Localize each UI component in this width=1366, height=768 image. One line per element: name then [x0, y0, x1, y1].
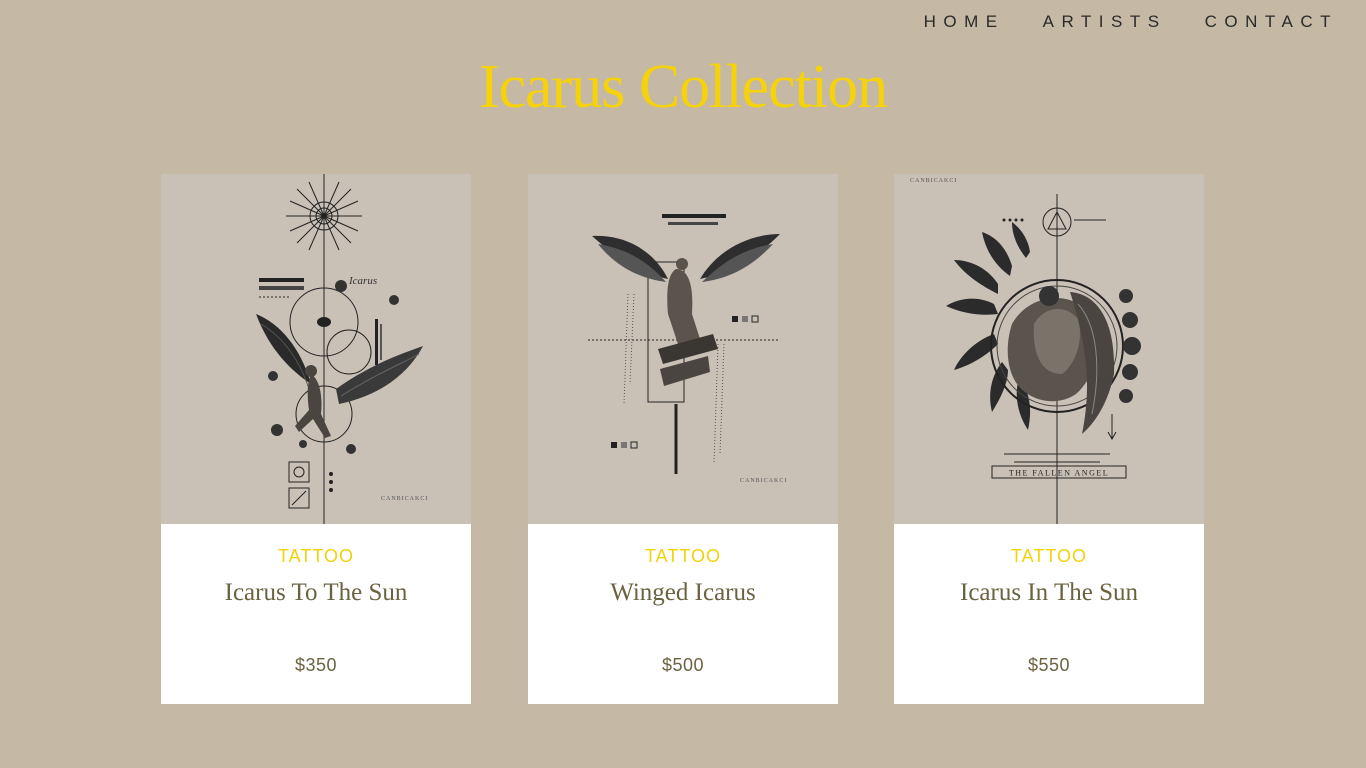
product-image[interactable]: CANBICAKCI	[528, 174, 838, 524]
art-script-label: Icarus	[348, 275, 377, 287]
tattoo-artwork-image: CANBICAKCI Icarus	[161, 174, 471, 524]
product-name[interactable]: Icarus In The Sun	[894, 579, 1204, 607]
product-card-icarus-in-the-sun[interactable]: CANBICAKCI THE FALLEN ANGEL TATTOO Icaru…	[894, 174, 1204, 704]
product-name[interactable]: Winged Icarus	[528, 579, 838, 607]
tattoo-artwork-image: CANBICAKCI	[894, 174, 1204, 524]
product-price: $350	[294, 655, 338, 675]
product-image[interactable]: CANBICAKCI Icarus	[161, 174, 471, 524]
artist-signature: CANBICAKCI	[910, 178, 957, 184]
product-image[interactable]: CANBICAKCI	[894, 174, 1204, 524]
nav-home-link[interactable]: HOME	[924, 10, 1005, 34]
product-card-winged-icarus[interactable]: CANBICAKCI TATTOO Winged Icarus $500	[528, 174, 838, 704]
nav-artists-link[interactable]: ARTISTS	[1043, 10, 1167, 34]
page-title: Icarus Collection	[478, 53, 888, 121]
product-price: $550	[1027, 655, 1071, 675]
product-category: TATTOO	[278, 546, 354, 566]
artist-signature: CANBICAKCI	[381, 496, 428, 502]
art-banner-label: THE FALLEN ANGEL	[1009, 469, 1109, 478]
tattoo-artwork-image: CANBICAKCI	[528, 174, 838, 524]
product-card-icarus-to-the-sun[interactable]: CANBICAKCI Icarus TATTOO Icarus To The S…	[161, 174, 471, 704]
artist-signature: CANBICAKCI	[740, 478, 787, 484]
product-price: $500	[661, 655, 705, 675]
product-category: TATTOO	[1011, 546, 1087, 566]
product-category: TATTOO	[645, 546, 721, 566]
main-nav: HOME ARTISTS CONTACT	[924, 10, 1338, 34]
nav-contact-link[interactable]: CONTACT	[1205, 10, 1338, 34]
product-name[interactable]: Icarus To The Sun	[161, 579, 471, 607]
